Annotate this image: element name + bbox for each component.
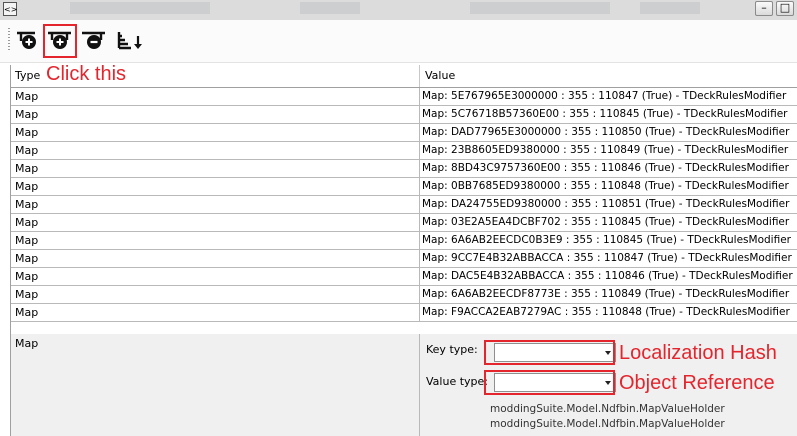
value-type-annotation: Object Reference xyxy=(619,372,775,394)
row-type-cell[interactable]: Map xyxy=(11,88,420,106)
minimize-icon[interactable]: – xyxy=(755,1,773,16)
table-row[interactable]: Map Map: DAC5E4B32ABBACCA : 355 : 110846 … xyxy=(11,268,797,286)
table-row[interactable]: Map Map: 9CC7E4B32ABBACCA : 355 : 110847 … xyxy=(11,250,797,268)
key-type-highlight xyxy=(484,340,615,365)
value-type-label: Value type: xyxy=(426,375,488,388)
row-value-cell[interactable]: Map: DA24755ED9380000 : 355 : 110851 (Tr… xyxy=(420,196,797,214)
row-value-cell[interactable]: Map: 03E2A5EA4DCBF702 : 355 : 110845 (Tr… xyxy=(420,214,797,232)
row-value-cell[interactable]: Map: DAD77965E3000000 : 355 : 110850 (Tr… xyxy=(420,124,797,142)
row-value-cell[interactable]: Map: DAC5E4B32ABBACCA : 355 : 110846 (Tr… xyxy=(420,268,797,286)
table-row[interactable]: Map Map: 8BD43C9757360E00 : 355 : 110846 … xyxy=(11,160,797,178)
new-item-type: Map xyxy=(15,337,39,350)
key-type-annotation: Localization Hash xyxy=(619,342,777,364)
row-type-cell[interactable]: Map xyxy=(11,232,420,250)
window-icon: <> xyxy=(3,2,17,16)
row-type-cell[interactable]: Map xyxy=(11,142,420,160)
click-this-annotation: Click this xyxy=(46,63,127,85)
table-row[interactable]: Map Map: 6A6AB2EECDF8773E : 355 : 110849 … xyxy=(11,286,797,304)
add-item-icon xyxy=(48,31,71,49)
row-value-cell[interactable]: Map: F9ACCA2EAB7279AC : 355 : 110848 (Tr… xyxy=(420,304,797,322)
value-type-highlight xyxy=(484,370,615,395)
key-type-label: Key type: xyxy=(426,343,478,356)
table-row[interactable]: Map Map: 5E767965E3000000 : 355 : 110847 … xyxy=(11,88,797,106)
value-holder-text: moddingSuite.Model.Ndfbin.MapValueHolder xyxy=(490,403,725,415)
add-item-button[interactable] xyxy=(12,24,46,58)
sort-button[interactable] xyxy=(112,24,146,58)
row-type-cell[interactable]: Map xyxy=(11,286,420,304)
row-value-cell[interactable]: Map: 5C76718B57360E00 : 355 : 110845 (Tr… xyxy=(420,106,797,124)
row-type-cell[interactable]: Map xyxy=(11,250,420,268)
add-sibling-button[interactable] xyxy=(43,24,77,58)
toolbar xyxy=(0,20,797,63)
row-type-cell[interactable]: Map xyxy=(11,106,420,124)
table-row[interactable]: Map Map: 5C76718B57360E00 : 355 : 110845 … xyxy=(11,106,797,124)
row-type-cell[interactable]: Map xyxy=(11,124,420,142)
row-value-cell[interactable]: Map: 6A6AB2EECDF8773E : 355 : 110849 (Tr… xyxy=(420,286,797,304)
row-type-cell[interactable]: Map xyxy=(11,178,420,196)
table-row[interactable]: Map Map: 0BB7685ED9380000 : 355 : 110848 … xyxy=(11,178,797,196)
row-type-cell[interactable]: Map xyxy=(11,160,420,178)
maximize-icon[interactable]: □ xyxy=(776,1,794,16)
title-bar: <> – □ xyxy=(0,0,797,20)
row-type-cell[interactable]: Map xyxy=(11,196,420,214)
row-value-cell[interactable]: Map: 8BD43C9757360E00 : 355 : 110846 (Tr… xyxy=(420,160,797,178)
table-row[interactable]: Map Map: 23B8605ED9380000 : 355 : 110849 … xyxy=(11,142,797,160)
row-value-cell[interactable]: Map: 0BB7685ED9380000 : 355 : 110848 (Tr… xyxy=(420,178,797,196)
row-value-cell[interactable]: Map: 23B8605ED9380000 : 355 : 110849 (Tr… xyxy=(420,142,797,160)
table-row[interactable]: Map Map: F9ACCA2EAB7279AC : 355 : 110848 … xyxy=(11,304,797,322)
table-row[interactable]: Map Map: DA24755ED9380000 : 355 : 110851 … xyxy=(11,196,797,214)
table-row[interactable]: Map Map: 03E2A5EA4DCBF702 : 355 : 110845 … xyxy=(11,214,797,232)
row-type-cell[interactable]: Map xyxy=(11,268,420,286)
toolbar-grip[interactable] xyxy=(8,28,10,50)
column-divider xyxy=(419,334,420,436)
row-value-cell[interactable]: Map: 9CC7E4B32ABBACCA : 355 : 110847 (Tr… xyxy=(420,250,797,268)
row-type-cell[interactable]: Map xyxy=(11,214,420,232)
add-item-icon xyxy=(17,31,36,49)
table-row[interactable]: Map Map: 6A6AB2EECDC0B3E9 : 355 : 110845 … xyxy=(11,232,797,250)
row-value-cell[interactable]: Map: 5E767965E3000000 : 355 : 110847 (Tr… xyxy=(420,88,797,106)
column-header-value[interactable]: Value xyxy=(420,65,797,87)
row-type-cell[interactable]: Map xyxy=(11,304,420,322)
grid-rows: Map Map: 5E767965E3000000 : 355 : 110847 … xyxy=(11,88,797,322)
row-value-cell[interactable]: Map: 6A6AB2EECDC0B3E9 : 355 : 110845 (Tr… xyxy=(420,232,797,250)
remove-item-button[interactable] xyxy=(77,24,111,58)
sort-descending-icon xyxy=(117,32,142,50)
grid-header: Type Value xyxy=(11,65,797,88)
table-row[interactable]: Map Map: DAD77965E3000000 : 355 : 110850 … xyxy=(11,124,797,142)
value-holder-text: moddingSuite.Model.Ndfbin.MapValueHolder xyxy=(490,418,725,430)
remove-item-icon xyxy=(82,31,105,49)
